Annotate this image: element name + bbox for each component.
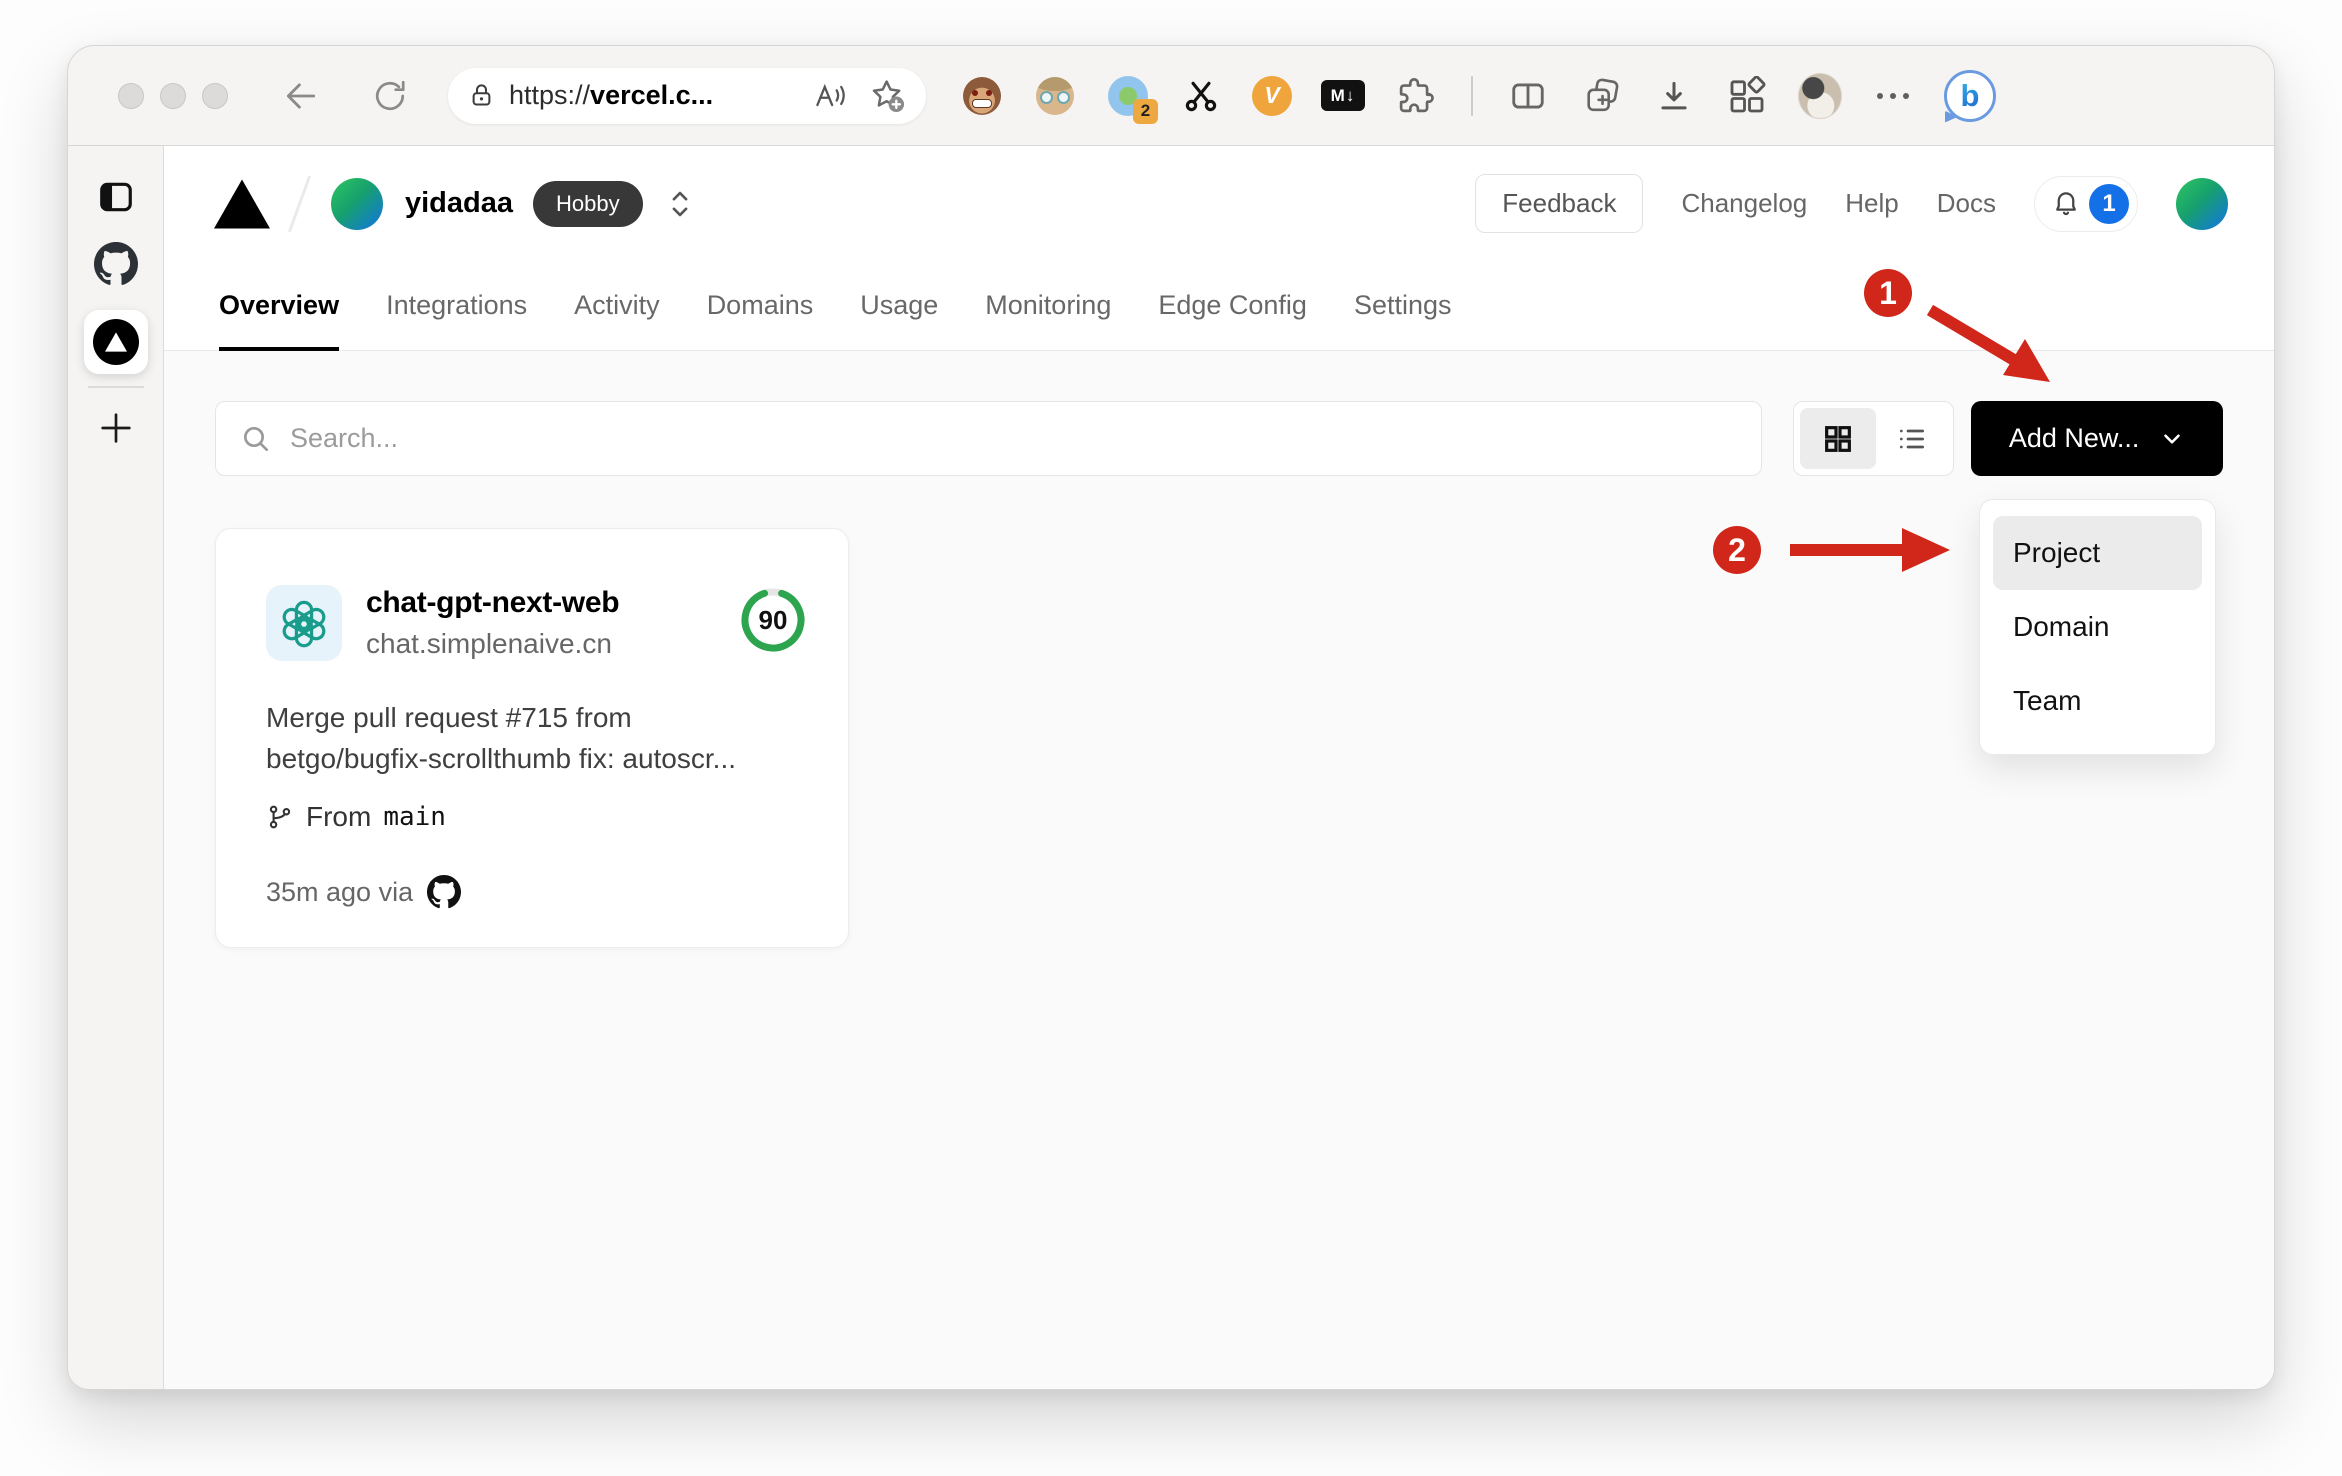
lock-icon (468, 82, 495, 109)
git-branch-icon (266, 803, 294, 831)
window-controls (118, 82, 228, 109)
changelog-link[interactable]: Changelog (1681, 188, 1807, 219)
address-bar[interactable]: https://vercel.c... (448, 67, 926, 124)
collections-icon[interactable] (1579, 74, 1623, 118)
url-text: https://vercel.c... (509, 80, 714, 110)
scissors-extension-icon[interactable] (1179, 74, 1223, 118)
overview-content: Add New... (164, 351, 2274, 1389)
badge-extension-icon[interactable]: 2 (1106, 74, 1158, 124)
toolbar-divider (1471, 75, 1473, 116)
sidebar-divider (87, 386, 144, 388)
tab-usage[interactable]: Usage (860, 261, 938, 350)
tab-domains[interactable]: Domains (707, 261, 814, 350)
sidebar-panel-icon[interactable] (97, 178, 135, 216)
dropdown-item-team[interactable]: Team (1993, 664, 2202, 738)
vercel-app: yidadaa Hobby Feedback Changelog Help Do… (164, 146, 2274, 1389)
github-source-icon (427, 875, 462, 909)
tab-edge-config[interactable]: Edge Config (1158, 261, 1307, 350)
project-card[interactable]: chat-gpt-next-web chat.simplenaive.cn 90… (215, 528, 849, 948)
apps-grid-icon[interactable] (1725, 74, 1769, 118)
monkey-extension-icon[interactable] (960, 74, 1004, 118)
browser-window: https://vercel.c... 2 V M↓ b yidadaa Hob… (67, 45, 2275, 1390)
close-window-button[interactable] (118, 82, 144, 109)
minimize-window-button[interactable] (160, 82, 186, 109)
github-tab-icon[interactable] (93, 242, 138, 286)
bell-icon (2051, 189, 2081, 219)
favorite-star-icon[interactable] (870, 78, 906, 114)
vercel-header: yidadaa Hobby Feedback Changelog Help Do… (164, 146, 2274, 261)
branch-name[interactable]: main (383, 802, 446, 832)
grid-view-button[interactable] (1800, 408, 1877, 469)
commit-message[interactable]: Merge pull request #715 from betgo/bugfi… (266, 697, 796, 779)
tab-settings[interactable]: Settings (1354, 261, 1452, 350)
user-avatar[interactable] (2176, 177, 2228, 230)
bing-chat-icon[interactable]: b (1944, 69, 1996, 122)
puzzle-extensions-icon[interactable] (1394, 74, 1438, 118)
vercel-logo-icon[interactable] (214, 179, 270, 229)
feedback-button[interactable]: Feedback (1475, 174, 1644, 233)
split-screen-icon[interactable] (1506, 74, 1550, 118)
download-icon[interactable] (1652, 74, 1696, 118)
openai-logo-icon (266, 585, 342, 661)
add-new-dropdown: Project Domain Team (1979, 499, 2216, 755)
tab-overview[interactable]: Overview (219, 261, 340, 351)
read-aloud-icon[interactable] (814, 81, 848, 111)
search-icon (240, 423, 272, 455)
project-domain[interactable]: chat.simplenaive.cn (366, 628, 619, 660)
notification-count-badge: 1 (2089, 183, 2129, 224)
profile-avatar[interactable] (1798, 72, 1842, 119)
vercel-tab-icon (92, 319, 139, 365)
tab-monitoring[interactable]: Monitoring (985, 261, 1111, 350)
zoom-window-button[interactable] (202, 82, 228, 109)
dropdown-item-domain[interactable]: Domain (1993, 590, 2202, 664)
branch-row: From main (266, 801, 804, 833)
controls-row: Add New... (215, 401, 2223, 476)
extension-badge-count: 2 (1133, 98, 1158, 124)
new-tab-plus-icon[interactable] (96, 408, 136, 448)
add-new-button[interactable]: Add New... (1971, 401, 2223, 476)
plan-badge: Hobby (533, 180, 643, 227)
refresh-icon[interactable] (372, 78, 408, 114)
chevron-down-icon (2164, 433, 2181, 444)
team-switcher-icon[interactable] (665, 187, 695, 221)
tab-activity[interactable]: Activity (574, 261, 660, 350)
video-speed-extension-icon[interactable]: V (1252, 75, 1292, 116)
search-input[interactable] (290, 423, 1738, 454)
score-value: 90 (759, 605, 788, 635)
branch-label: From (306, 801, 372, 832)
tab-integrations[interactable]: Integrations (386, 261, 527, 350)
notifications-button[interactable]: 1 (2034, 175, 2138, 232)
deploy-time: 35m ago via (266, 876, 414, 907)
dropdown-item-project[interactable]: Project (1993, 516, 2202, 590)
team-avatar[interactable] (331, 177, 383, 230)
more-options-icon[interactable] (1871, 74, 1915, 118)
markdown-extension-icon[interactable]: M↓ (1321, 74, 1365, 118)
project-tabs: Overview Integrations Activity Domains U… (164, 261, 2274, 351)
help-link[interactable]: Help (1845, 188, 1898, 219)
vercel-tab-active[interactable] (83, 310, 148, 374)
back-icon[interactable] (282, 77, 320, 115)
avatar-extension-icon[interactable] (1033, 74, 1077, 118)
list-view-button[interactable] (1876, 423, 1947, 455)
search-box[interactable] (215, 401, 1763, 476)
extensions-row: 2 V M↓ b (960, 69, 1996, 124)
deploy-meta-row: 35m ago via (266, 875, 804, 909)
project-name: chat-gpt-next-web (366, 586, 620, 619)
team-name: yidadaa (405, 187, 513, 219)
breadcrumb-slash (287, 174, 312, 233)
score-ring[interactable]: 90 (740, 587, 806, 653)
browser-toolbar: https://vercel.c... 2 V M↓ b (68, 46, 2274, 146)
browser-sidebar (68, 146, 164, 1389)
docs-link[interactable]: Docs (1937, 188, 1996, 219)
view-toggle (1793, 401, 1955, 476)
